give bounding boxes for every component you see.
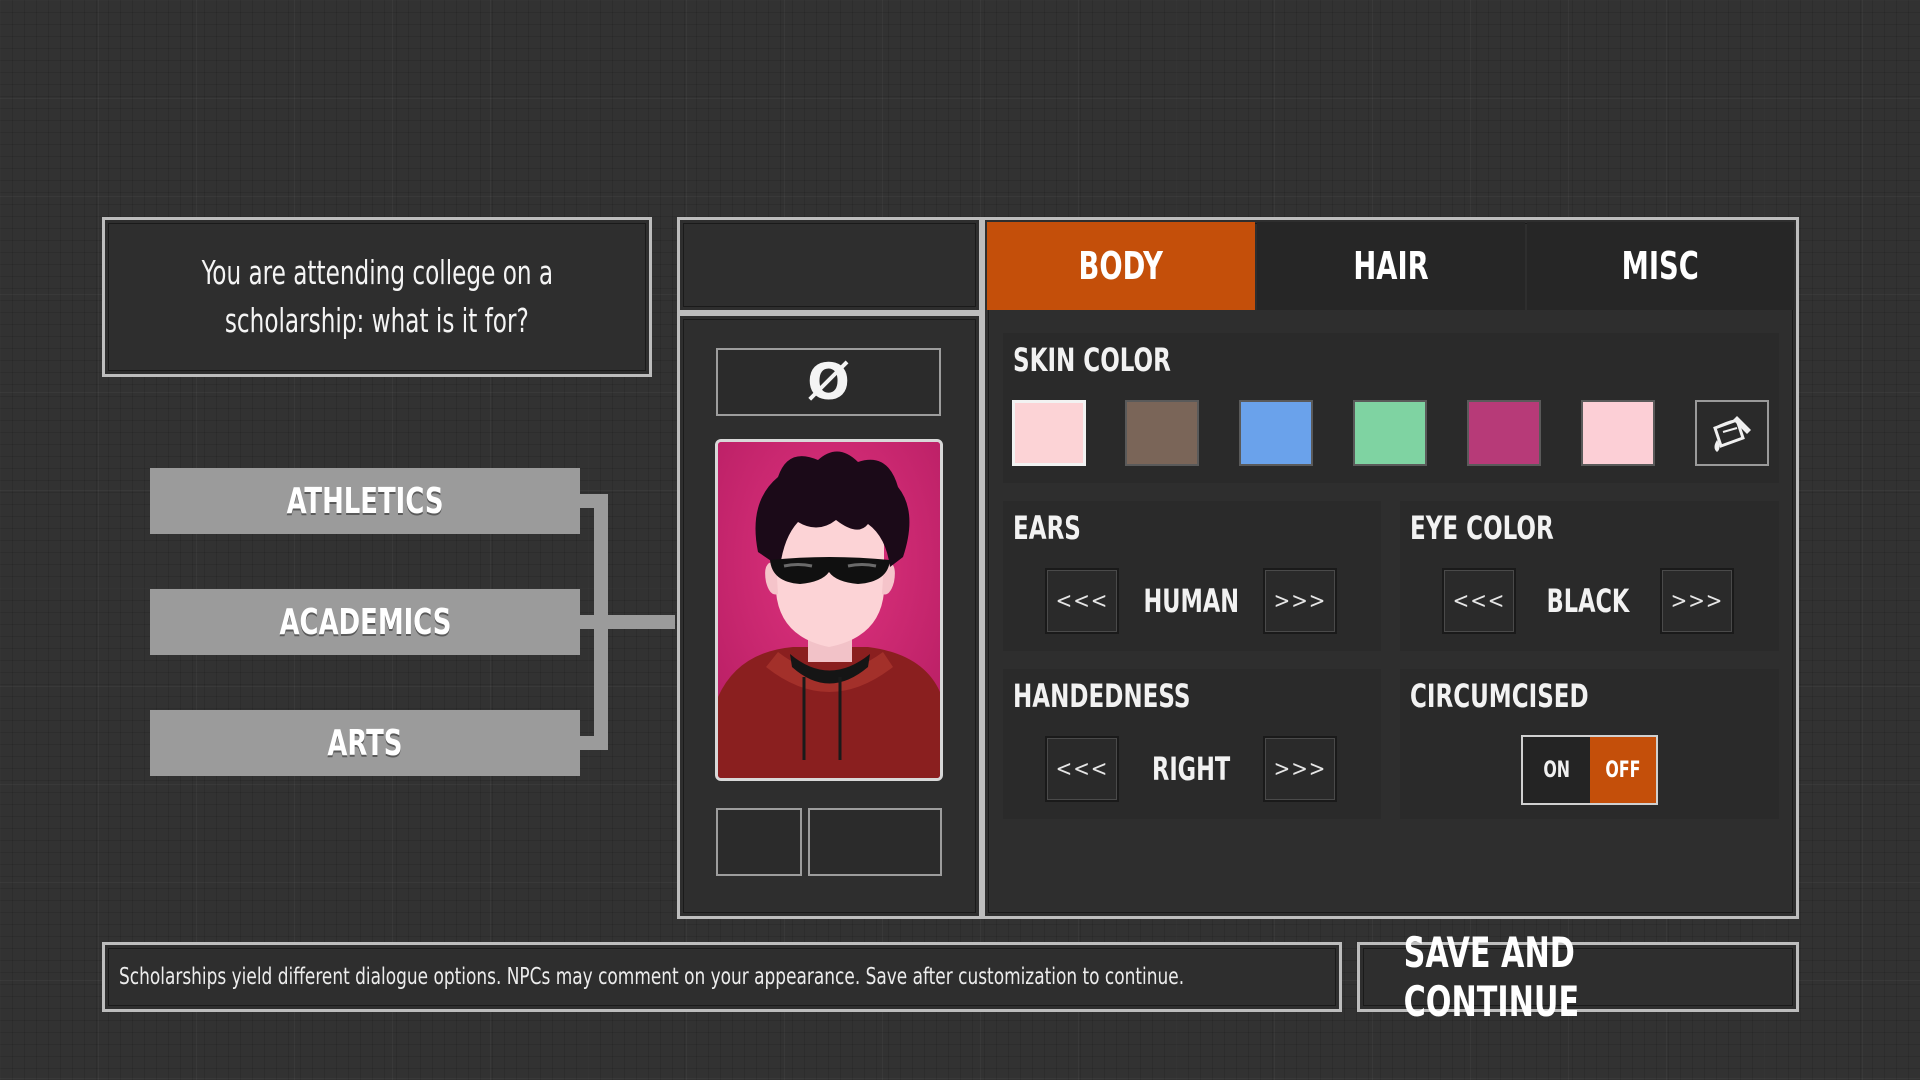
tab-hair[interactable]: HAIR [1257,222,1525,310]
eye-color-value: BLACK [1516,568,1660,634]
skin-swatch-1[interactable] [1012,400,1086,466]
skin-swatch-6[interactable] [1581,400,1655,466]
scholarship-athletics-label: ATHLETICS [286,480,444,522]
connector-vertical [594,494,608,750]
prompt-line-2: scholarship: what is it for? [225,301,529,340]
circumcised-toggle[interactable]: ON OFF [1521,735,1658,805]
scholarship-academics-label: ACADEMICS [279,601,451,643]
ears-next-button[interactable]: >>> [1263,568,1337,634]
tab-hair-label: HAIR [1353,244,1429,288]
tab-body-label: BODY [1078,244,1164,288]
hoodie [718,647,940,778]
eye-color-prev-button[interactable]: <<< [1442,568,1516,634]
circumcised-on-option[interactable]: ON [1523,737,1590,803]
skin-swatch-2[interactable] [1125,400,1199,466]
skin-color-title: SKIN COLOR [1013,341,1171,379]
skin-swatch-4[interactable] [1353,400,1427,466]
custom-color-button[interactable] [1695,400,1769,466]
tab-body[interactable]: BODY [987,222,1255,310]
scholarship-academics-button[interactable]: ACADEMICS [150,589,580,655]
sunglasses-shine-2 [847,563,877,568]
empty-set-icon: Ø [807,353,850,411]
eye-color-next-button[interactable]: >>> [1660,568,1734,634]
scholarship-athletics-button[interactable]: ATHLETICS [150,468,580,534]
ears-value: HUMAN [1119,568,1263,634]
info-text: Scholarships yield different dialogue op… [119,964,1185,990]
save-and-continue-label: SAVE AND CONTINUE [1403,928,1580,1026]
prompt-line-1: You are attending college on a [201,253,553,292]
circumcised-title: CIRCUMCISED [1410,677,1589,715]
save-and-continue-button[interactable]: SAVE AND CONTINUE [1357,928,1799,1026]
skin-swatch-5[interactable] [1467,400,1541,466]
eye-color-title: EYE COLOR [1410,509,1554,547]
scholarship-arts-label: ARTS [327,722,403,764]
prompt-panel: You are attending college on a scholarsh… [102,217,652,377]
character-portrait [715,439,943,781]
character-portrait-art [718,442,940,778]
ears-title: EARS [1013,509,1081,547]
handedness-value: RIGHT [1119,736,1263,802]
circumcised-off-option[interactable]: OFF [1589,737,1656,803]
circumcised-on-label: ON [1542,757,1570,783]
info-bar: Scholarships yield different dialogue op… [102,942,1342,1012]
tab-misc[interactable]: MISC [1527,222,1794,310]
handedness-prev-button[interactable]: <<< [1045,736,1119,802]
portrait-slot-top[interactable]: Ø [716,348,941,416]
handedness-title: HANDEDNESS [1013,677,1191,715]
portrait-header-panel [677,217,982,313]
ears-value-label: HUMAN [1143,582,1239,620]
circumcised-off-label: OFF [1605,757,1641,783]
handedness-next-button[interactable]: >>> [1263,736,1337,802]
ears-prev-button[interactable]: <<< [1045,568,1119,634]
scholarship-arts-button[interactable]: ARTS [150,710,580,776]
sunglasses-shine [783,563,813,568]
skin-swatch-3[interactable] [1239,400,1313,466]
paint-bucket-icon [1713,416,1751,452]
portrait-slot-bottom-left[interactable] [716,808,802,876]
portrait-slot-bottom-right[interactable] [808,808,942,876]
handedness-value-label: RIGHT [1151,750,1231,788]
eye-color-value-label: BLACK [1546,582,1630,620]
tab-misc-label: MISC [1621,244,1700,288]
